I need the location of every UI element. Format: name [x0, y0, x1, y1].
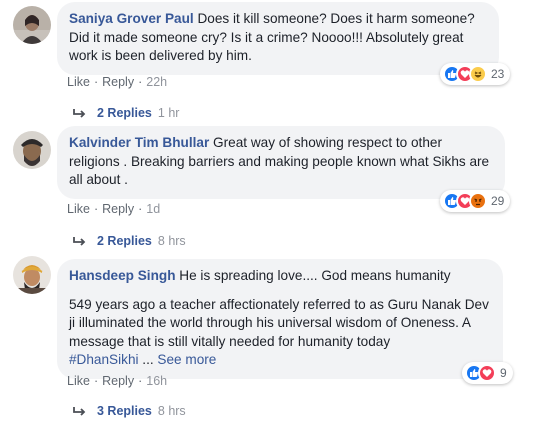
comment-actions: Like · Reply · 16h [67, 374, 168, 388]
hashtag-link[interactable]: #DhanSikhi [69, 352, 139, 367]
reaction-count: 23 [491, 67, 505, 81]
replies-count[interactable]: 2 Replies [97, 106, 152, 120]
replies-count[interactable]: 2 Replies [97, 234, 152, 248]
comment-text-paragraph: 549 years ago a teacher affectionately r… [69, 296, 489, 349]
reply-arrow-icon [73, 407, 86, 416]
view-replies-link[interactable]: 2 Replies 1 hr [73, 106, 179, 120]
comment-bubble: Kalvinder Tim Bhullar Great way of showi… [57, 126, 505, 199]
author-name[interactable]: Hansdeep Singh [69, 268, 176, 283]
like-button[interactable]: Like [67, 374, 90, 388]
ellipsis: ... [138, 352, 158, 367]
haha-icon [469, 65, 487, 83]
like-button[interactable]: Like [67, 75, 90, 89]
comment-actions: Like · Reply · 22h [67, 75, 168, 89]
reaction-count: 9 [500, 366, 507, 380]
comment-actions: Like · Reply · 1d [67, 202, 161, 216]
reaction-summary[interactable]: 23 [440, 63, 511, 85]
view-replies-link[interactable]: 2 Replies 8 hrs [73, 234, 186, 248]
comment-time[interactable]: 22h [146, 75, 167, 89]
reaction-summary[interactable]: 29 [440, 190, 511, 212]
comment-text: He is spreading love.... God means human… [175, 268, 451, 283]
replies-time: 8 hrs [157, 234, 186, 248]
like-button[interactable]: Like [67, 202, 90, 216]
reply-button[interactable]: Reply [102, 374, 134, 388]
comment-time[interactable]: 1d [146, 202, 160, 216]
replies-time: 8 hrs [157, 404, 186, 418]
love-icon [478, 364, 496, 382]
comment-bubble: Saniya Grover Paul Does it kill someone?… [57, 2, 499, 75]
replies-count[interactable]: 3 Replies [97, 404, 152, 418]
reply-arrow-icon [73, 109, 86, 118]
avatar[interactable] [13, 256, 51, 294]
author-name[interactable]: Saniya Grover Paul [69, 11, 194, 26]
avatar[interactable] [13, 131, 51, 169]
reply-arrow-icon [73, 237, 86, 246]
angry-icon [469, 192, 487, 210]
avatar[interactable] [13, 6, 51, 44]
author-name[interactable]: Kalvinder Tim Bhullar [69, 135, 209, 150]
replies-time: 1 hr [157, 106, 180, 120]
reaction-summary[interactable]: 9 [462, 362, 513, 384]
comment-time[interactable]: 16h [146, 374, 167, 388]
comment-bubble: Hansdeep Singh He is spreading love.... … [57, 259, 503, 379]
see-more-link[interactable]: See more [157, 352, 216, 367]
reply-button[interactable]: Reply [102, 202, 134, 216]
reply-button[interactable]: Reply [102, 75, 134, 89]
reaction-count: 29 [491, 194, 505, 208]
view-replies-link[interactable]: 3 Replies 8 hrs [73, 404, 186, 418]
